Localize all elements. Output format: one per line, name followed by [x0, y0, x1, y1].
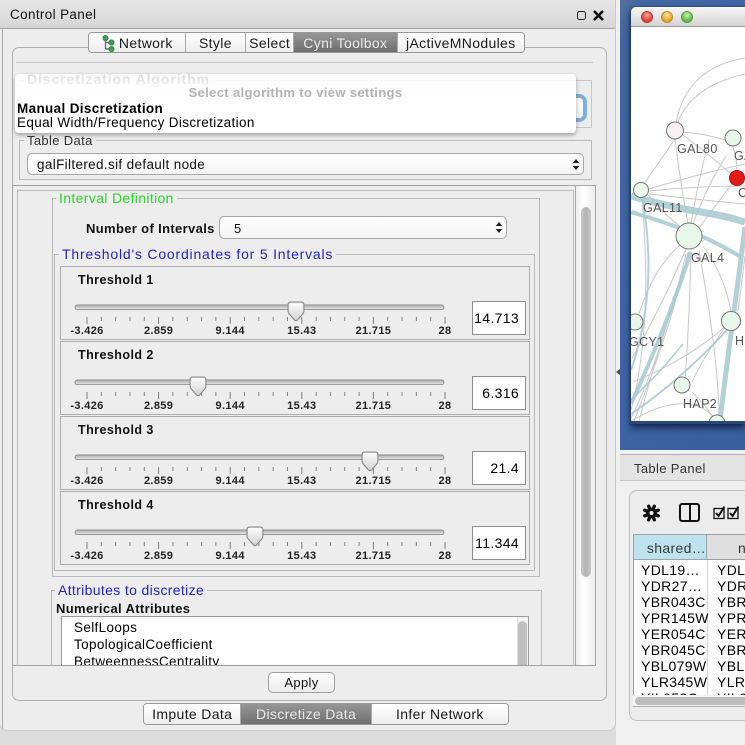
- svg-text:GCY1: GCY1: [631, 335, 664, 349]
- svg-text:GA: GA: [734, 149, 745, 163]
- svg-text:GAL4: GAL4: [691, 251, 724, 265]
- svg-text:HAP2: HAP2: [683, 397, 717, 411]
- svg-text:C: C: [738, 186, 745, 200]
- svg-text:GAL11: GAL11: [643, 201, 683, 215]
- svg-text:GAL80: GAL80: [677, 142, 718, 156]
- svg-text:H: H: [735, 334, 744, 348]
